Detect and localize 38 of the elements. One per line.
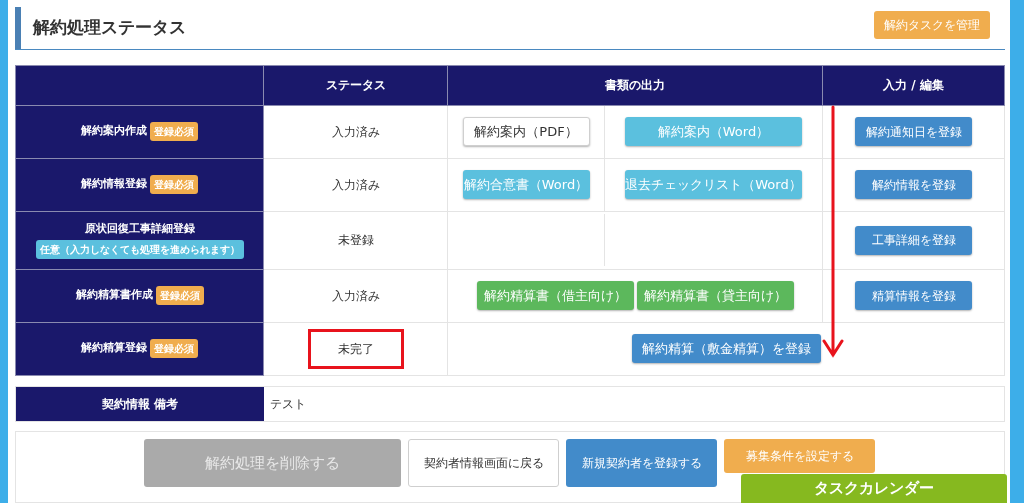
document-button[interactable]: 退去チェックリスト（Word） (625, 170, 802, 200)
document-button[interactable]: 解約案内（Word） (625, 117, 802, 147)
column-header: ステータス (325, 78, 386, 93)
column-header: 入力 / 編集 (883, 78, 944, 93)
action-button[interactable]: 新規契約者を登録する (566, 439, 717, 488)
status-text: 未完了 (307, 328, 404, 369)
action-button[interactable]: 契約者情報画面に戻る (408, 439, 559, 488)
row-label: 解約情報登録 (81, 176, 147, 193)
remarks-label: 契約情報 備考 (101, 395, 179, 413)
action-button[interactable]: 募集条件を設定する (724, 439, 875, 474)
document-button[interactable]: 解約案内（PDF） (462, 117, 590, 147)
requirement-badge: 登録必須 (150, 122, 198, 142)
row-label: 解約精算書作成 (75, 287, 153, 304)
status-text: 入力済み (331, 176, 380, 194)
document-button[interactable]: 解約合意書（Word） (462, 170, 590, 200)
edit-button[interactable]: 解約情報を登録 (855, 170, 972, 200)
action-button[interactable]: 解約処理を削除する (144, 439, 401, 488)
row-label: 解約精算登録 (81, 340, 147, 357)
document-button[interactable]: 解約精算書（貸主向け） (636, 281, 794, 311)
edit-button[interactable]: 精算情報を登録 (855, 281, 972, 311)
document-button[interactable]: 解約精算（敷金精算）を登録 (631, 334, 821, 364)
requirement-badge: 登録必須 (150, 339, 198, 359)
document-button[interactable]: 解約精算書（借主向け） (476, 281, 634, 311)
manage-tasks-button[interactable]: 解約タスクを管理 (874, 10, 990, 39)
status-text: 入力済み (331, 123, 380, 141)
remarks-value: テスト (270, 395, 306, 413)
task-calendar-tab[interactable]: タスクカレンダー (741, 474, 1007, 503)
column-header: 書類の出力 (605, 78, 665, 93)
edit-button[interactable]: 解約通知日を登録 (855, 117, 972, 147)
edit-button[interactable]: 工事詳細を登録 (855, 225, 972, 255)
status-text: 未登録 (337, 232, 374, 250)
status-text: 入力済み (331, 287, 380, 305)
row-label: 原状回復工事詳細登録 (84, 220, 195, 237)
row-label: 解約案内作成 (81, 123, 147, 140)
section-title: 解約処理ステータス (33, 16, 186, 40)
requirement-badge: 任意（入力しなくても処理を進められます） (35, 240, 244, 260)
requirement-badge: 登録必須 (150, 175, 198, 195)
requirement-badge: 登録必須 (155, 286, 204, 306)
